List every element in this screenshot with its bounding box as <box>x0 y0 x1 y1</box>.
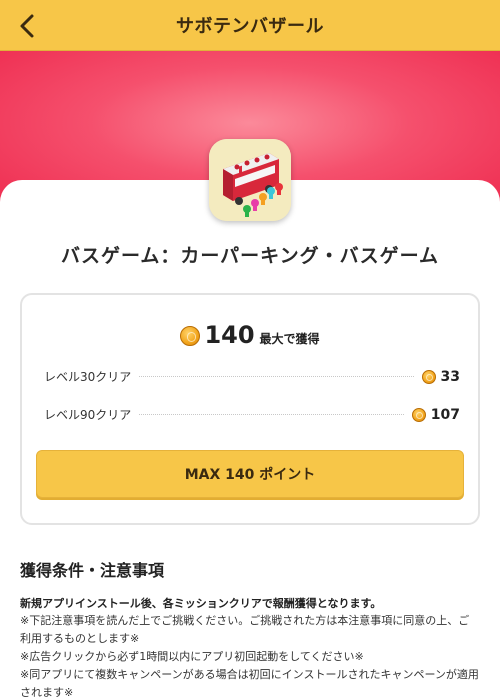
reward-panel: 140 最大で獲得 レベル30クリア 33 レベル90クリア 107 MAX 1… <box>20 293 480 525</box>
dotted-leader <box>139 414 404 415</box>
level-points-value: 107 <box>430 406 460 423</box>
coin-icon <box>421 369 436 384</box>
level-row: レベル30クリア 33 <box>44 368 460 385</box>
conditions-title: 獲得条件・注意事項 <box>20 561 165 580</box>
level-label: レベル90クリア <box>44 408 132 422</box>
level-points-value: 33 <box>440 368 460 385</box>
level-label: レベル30クリア <box>44 370 132 384</box>
conditions-notes: ※下記注意事項を読んだ上でご挑戦ください。ご挑戦された方は本注意事項に同意の上、… <box>20 612 480 700</box>
max-points-value: 140 <box>204 321 255 349</box>
dotted-leader <box>139 376 414 377</box>
max-points-button[interactable]: MAX 140 ポイント <box>36 450 464 498</box>
level-points: 33 <box>421 368 460 385</box>
conditions-lead: 新規アプリインストール後、各ミッションクリアで報酬獲得となります。 <box>20 597 382 610</box>
level-points: 107 <box>411 406 460 423</box>
bus-game-app-icon <box>209 139 291 221</box>
back-button[interactable] <box>14 12 42 40</box>
note-item: ※同アプリにて複数キャンペーンがある場合は初回にインストールされたキャンペーンが… <box>20 668 479 699</box>
note-item: ※広告クリックから必ず1時間以内にアプリ初回起動をしてください※ <box>20 650 364 663</box>
note-item: ※下記注意事項を読んだ上でご挑戦ください。ご挑戦された方は本注意事項に同意の上、… <box>20 614 470 645</box>
coin-icon <box>411 407 426 422</box>
level-row: レベル90クリア 107 <box>44 406 460 423</box>
app-title: バスゲーム：カーパーキング・バスゲーム <box>60 245 440 267</box>
max-points-row: 140 最大で獲得 <box>22 321 478 349</box>
max-points-label: 最大で獲得 <box>259 332 320 346</box>
header-bar: サボテンバザール <box>0 0 500 51</box>
coin-icon <box>180 326 201 346</box>
chevron-left-icon <box>20 14 34 38</box>
page-title: サボテンバザール <box>176 16 324 37</box>
